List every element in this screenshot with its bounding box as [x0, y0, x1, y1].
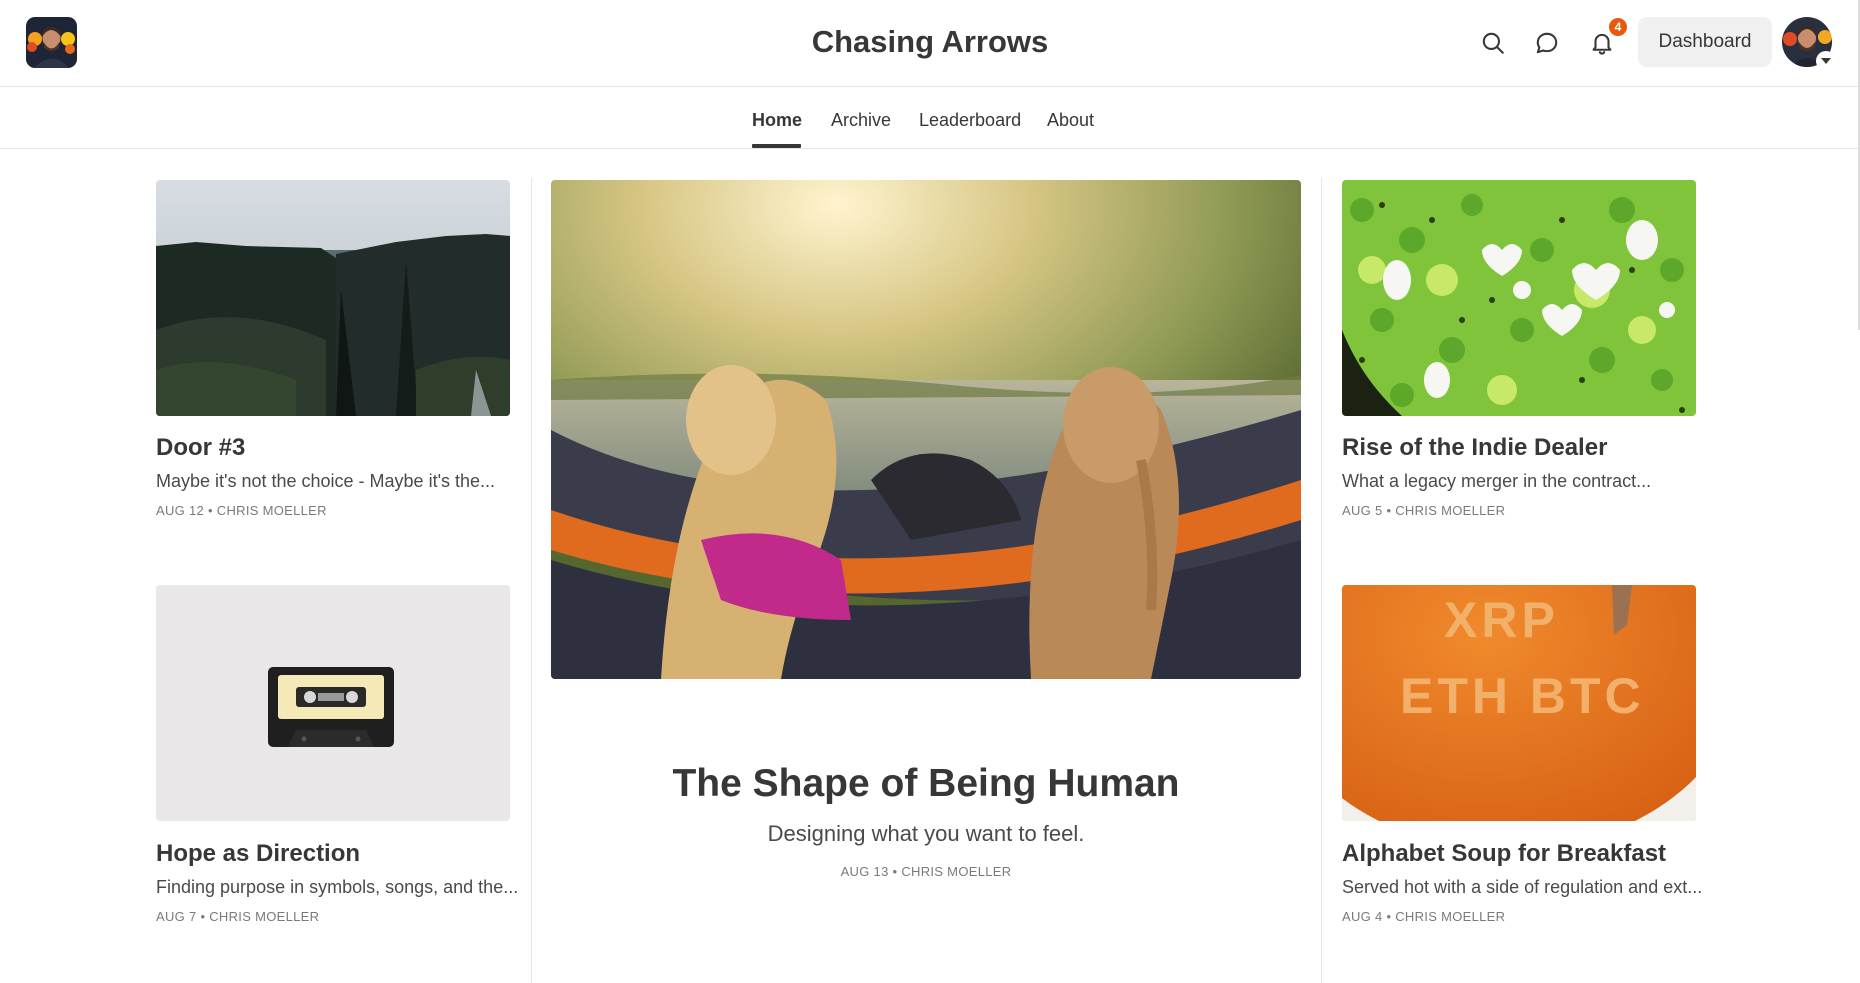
column-divider	[1321, 178, 1322, 983]
post-meta: AUG 12 • CHRIS MOELLER	[156, 503, 327, 518]
post-author[interactable]: CHRIS MOELLER	[217, 503, 327, 518]
search-button[interactable]	[1473, 23, 1513, 63]
nav-leaderboard[interactable]: Leaderboard	[919, 110, 1021, 131]
publication-logo[interactable]	[26, 17, 77, 68]
post-subtitle: What a legacy merger in the contract...	[1342, 471, 1652, 491]
meta-separator: •	[200, 909, 206, 924]
nav-home[interactable]: Home	[752, 110, 802, 131]
featured-post-meta: AUG 13 • CHRIS MOELLER	[531, 864, 1321, 879]
nav-archive[interactable]: Archive	[831, 110, 891, 131]
post-meta: AUG 4 • CHRIS MOELLER	[1342, 909, 1505, 924]
post-meta: AUG 7 • CHRIS MOELLER	[156, 909, 319, 924]
notification-badge: 4	[1607, 16, 1629, 38]
post-thumbnail-hope-as-direction[interactable]	[156, 585, 510, 821]
post-thumbnail-door-3[interactable]	[156, 180, 510, 416]
meta-separator: •	[892, 864, 898, 879]
nav-active-indicator	[752, 144, 801, 148]
post-subtitle: Served hot with a side of regulation and…	[1342, 877, 1703, 897]
featured-post-title[interactable]: The Shape of Being Human	[531, 762, 1321, 806]
dashboard-button[interactable]: Dashboard	[1638, 17, 1772, 67]
publication-title-link[interactable]: Chasing Arrows	[812, 24, 1049, 59]
post-thumbnail-rise-of-the-indie-dealer[interactable]	[1342, 180, 1696, 416]
post-author[interactable]: CHRIS MOELLER	[901, 864, 1011, 879]
meta-separator: •	[1386, 503, 1392, 518]
featured-post-image[interactable]	[551, 180, 1301, 679]
post-subtitle: Maybe it's not the choice - Maybe it's t…	[156, 471, 496, 491]
post-date: AUG 5	[1342, 503, 1383, 518]
post-meta: AUG 5 • CHRIS MOELLER	[1342, 503, 1505, 518]
meta-separator: •	[207, 503, 213, 518]
post-author[interactable]: CHRIS MOELLER	[1395, 503, 1505, 518]
post-title[interactable]: Rise of the Indie Dealer	[1342, 434, 1607, 462]
nav-about[interactable]: About	[1047, 110, 1094, 131]
chat-button[interactable]	[1527, 23, 1567, 63]
soup-letters-line-2: ETH BTC	[1400, 668, 1645, 724]
publication-nav: Home Archive Leaderboard About	[0, 88, 1860, 149]
search-icon	[1482, 32, 1504, 54]
account-menu-caret[interactable]	[1816, 51, 1836, 71]
post-thumbnail-alphabet-soup[interactable]: XRP ETH BTC	[1342, 585, 1696, 821]
post-author[interactable]: CHRIS MOELLER	[1395, 909, 1505, 924]
post-date: AUG 7	[156, 909, 197, 924]
post-date: AUG 4	[1342, 909, 1383, 924]
post-subtitle: Finding purpose in symbols, songs, and t…	[156, 877, 519, 897]
featured-post-subtitle: Designing what you want to feel.	[767, 821, 1085, 846]
post-date: AUG 13	[840, 864, 889, 879]
publication-title: Chasing Arrows	[0, 24, 1860, 60]
post-title[interactable]: Hope as Direction	[156, 840, 360, 868]
top-header: Chasing Arrows 4 Dashboard	[0, 0, 1860, 87]
post-date: AUG 12	[156, 503, 205, 518]
meta-separator: •	[1386, 909, 1392, 924]
soup-letters-line-1: XRP	[1444, 592, 1559, 648]
post-title[interactable]: Door #3	[156, 434, 245, 462]
post-author[interactable]: CHRIS MOELLER	[209, 909, 319, 924]
chat-bubble-icon	[1536, 32, 1558, 54]
post-title[interactable]: Alphabet Soup for Breakfast	[1342, 840, 1666, 868]
chevron-down-icon	[1821, 58, 1831, 64]
column-divider	[531, 178, 532, 983]
